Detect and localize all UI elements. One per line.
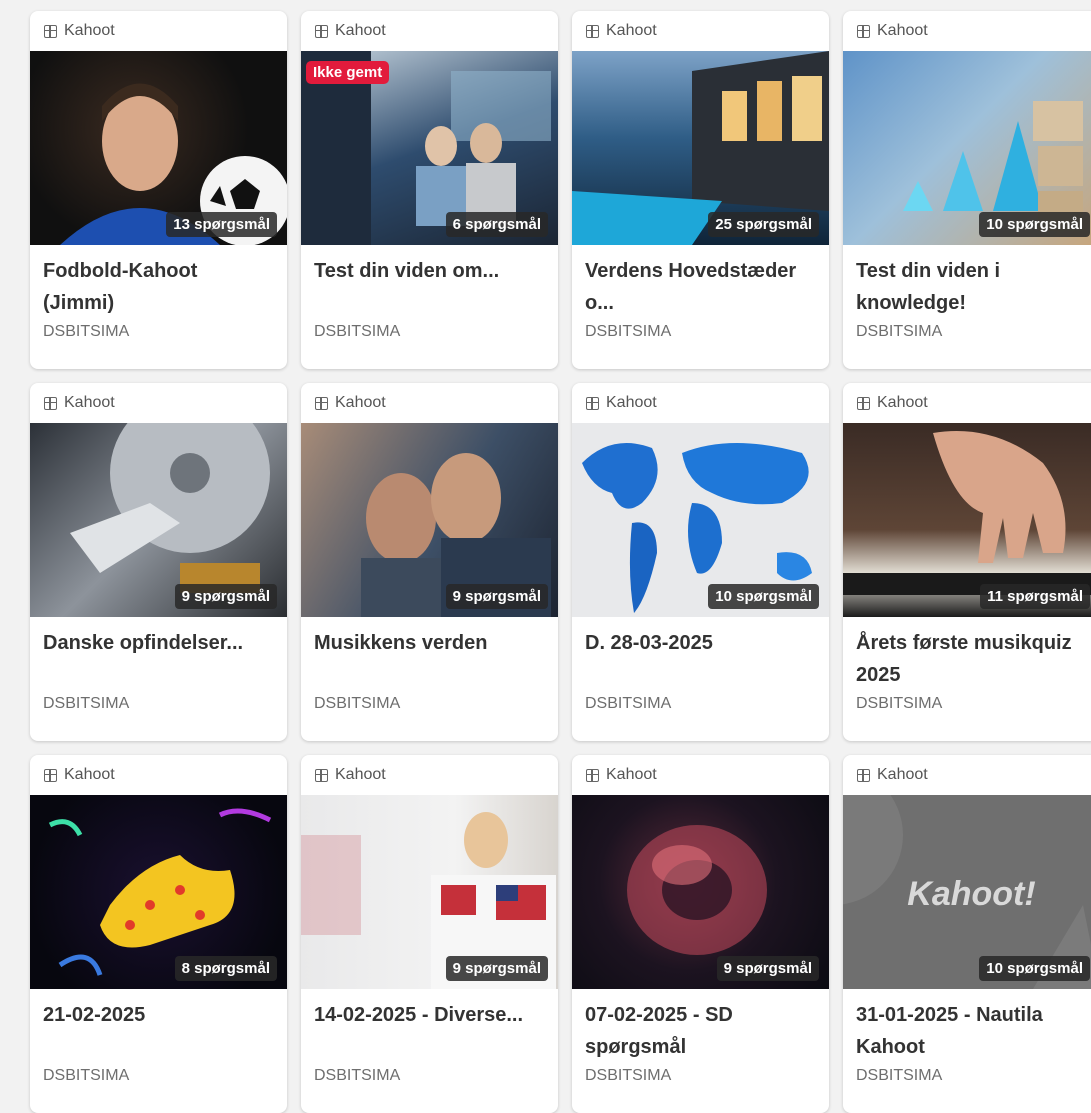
- card-author[interactable]: DSBITSIMA: [301, 695, 558, 713]
- card-thumbnail[interactable]: 10 spørgsmål: [572, 423, 829, 617]
- card-thumbnail[interactable]: Kahoot! 10 spørgsmål: [843, 795, 1091, 989]
- card-author[interactable]: DSBITSIMA: [572, 323, 829, 341]
- grid-icon: [586, 396, 599, 410]
- card-thumbnail[interactable]: 9 spørgsmål: [572, 795, 829, 989]
- card-thumbnail[interactable]: 9 spørgsmål: [301, 423, 558, 617]
- card-author[interactable]: DSBITSIMA: [30, 1067, 287, 1085]
- card-thumbnail[interactable]: 8 spørgsmål: [30, 795, 287, 989]
- card-author[interactable]: DSBITSIMA: [301, 1067, 558, 1085]
- kahoot-card[interactable]: Kahoot 8 spørgsmål 21-02-2025 DSBITSIMA: [30, 755, 287, 1113]
- card-thumbnail[interactable]: 25 spørgsmål: [572, 51, 829, 245]
- card-type-text: Kahoot: [877, 394, 928, 411]
- card-title[interactable]: Verdens Hovedstæder o...: [572, 245, 829, 319]
- question-count-badge: 10 spørgsmål: [979, 956, 1090, 981]
- grid-icon: [586, 24, 599, 38]
- question-count-badge: 25 spørgsmål: [708, 212, 819, 237]
- card-type-label: Kahoot: [301, 755, 558, 795]
- card-title[interactable]: D. 28-03-2025: [572, 617, 829, 691]
- kahoot-card[interactable]: Kahoot 11 spørgsmål Årets første musikqu…: [843, 383, 1091, 741]
- kahoot-card[interactable]: Kahoot 10 spørgsmål D. 28-03-2025 DSBITS…: [572, 383, 829, 741]
- card-title[interactable]: Musikkens verden: [301, 617, 558, 691]
- question-count-badge: 9 spørgsmål: [174, 584, 277, 609]
- question-count-badge: 13 spørgsmål: [166, 212, 277, 237]
- card-author[interactable]: DSBITSIMA: [843, 323, 1091, 341]
- grid-icon: [586, 768, 599, 782]
- kahoot-grid: Kahoot 13 spørgsmål Fodbold-Kahoot (Jimm…: [30, 11, 1091, 1113]
- card-title[interactable]: Fodbold-Kahoot (Jimmi): [30, 245, 287, 319]
- card-type-label: Kahoot: [30, 11, 287, 51]
- question-count-badge: 9 spørgsmål: [716, 956, 819, 981]
- card-title[interactable]: 07-02-2025 - SD spørgsmål: [572, 989, 829, 1063]
- card-type-label: Kahoot: [843, 755, 1091, 795]
- card-title[interactable]: 21-02-2025: [30, 989, 287, 1063]
- card-author[interactable]: DSBITSIMA: [572, 695, 829, 713]
- kahoot-card[interactable]: Kahoot 9 spørgsmål 07-02-2025 - SD spørg…: [572, 755, 829, 1113]
- card-author[interactable]: DSBITSIMA: [30, 695, 287, 713]
- question-count-badge: 10 spørgsmål: [979, 212, 1090, 237]
- card-title[interactable]: Test din viden om...: [301, 245, 558, 319]
- card-title[interactable]: Danske opfindelser...: [30, 617, 287, 691]
- card-type-text: Kahoot: [877, 22, 928, 39]
- card-thumbnail[interactable]: 9 spørgsmål: [30, 423, 287, 617]
- card-type-text: Kahoot: [606, 22, 657, 39]
- card-type-text: Kahoot: [606, 394, 657, 411]
- grid-icon: [857, 24, 870, 38]
- grid-icon: [44, 768, 57, 782]
- card-type-text: Kahoot: [606, 766, 657, 783]
- card-title[interactable]: 31-01-2025 - Nautila Kahoot: [843, 989, 1091, 1063]
- kahoot-card[interactable]: Kahoot 10 spørgsmål Test din viden i kno…: [843, 11, 1091, 369]
- question-count-badge: 9 spørgsmål: [445, 956, 548, 981]
- card-type-label: Kahoot: [30, 755, 287, 795]
- card-type-text: Kahoot: [64, 766, 115, 783]
- card-author[interactable]: DSBITSIMA: [301, 323, 558, 341]
- card-type-text: Kahoot: [335, 22, 386, 39]
- grid-icon: [44, 24, 57, 38]
- card-type-text: Kahoot: [335, 766, 386, 783]
- card-type-label: Kahoot: [572, 11, 829, 51]
- kahoot-card[interactable]: Kahoot 9 spørgsmål 14-02-2025 - Diverse.…: [301, 755, 558, 1113]
- card-type-text: Kahoot: [64, 394, 115, 411]
- card-type-label: Kahoot: [843, 383, 1091, 423]
- kahoot-card[interactable]: Kahoot 9 spørgsmål Danske opfindelser...…: [30, 383, 287, 741]
- grid-icon: [44, 396, 57, 410]
- card-author[interactable]: DSBITSIMA: [30, 323, 287, 341]
- card-type-label: Kahoot: [30, 383, 287, 423]
- card-type-label: Kahoot: [301, 11, 558, 51]
- card-type-label: Kahoot: [843, 11, 1091, 51]
- card-author[interactable]: DSBITSIMA: [843, 1067, 1091, 1085]
- kahoot-card[interactable]: Kahoot Ikke gemt 6 spørgsmål Test din vi…: [301, 11, 558, 369]
- card-thumbnail[interactable]: 13 spørgsmål: [30, 51, 287, 245]
- card-thumbnail[interactable]: Ikke gemt 6 spørgsmål: [301, 51, 558, 245]
- kahoot-card[interactable]: Kahoot 13 spørgsmål Fodbold-Kahoot (Jimm…: [30, 11, 287, 369]
- grid-icon: [857, 396, 870, 410]
- grid-icon: [857, 768, 870, 782]
- card-author[interactable]: DSBITSIMA: [843, 695, 1091, 713]
- kahoot-card[interactable]: Kahoot 9 spørgsmål Musikkens verden DSBI…: [301, 383, 558, 741]
- grid-icon: [315, 24, 328, 38]
- unsaved-badge: Ikke gemt: [306, 61, 390, 84]
- question-count-badge: 10 spørgsmål: [708, 584, 819, 609]
- card-title[interactable]: Test din viden i knowledge!: [843, 245, 1091, 319]
- card-title[interactable]: Årets første musikquiz 2025: [843, 617, 1091, 691]
- card-type-text: Kahoot: [877, 766, 928, 783]
- kahoot-card[interactable]: Kahoot Kahoot! 10 spørgsmål 31-01-2025 -…: [843, 755, 1091, 1113]
- card-type-text: Kahoot: [335, 394, 386, 411]
- question-count-badge: 6 spørgsmål: [445, 212, 548, 237]
- card-thumbnail[interactable]: 9 spørgsmål: [301, 795, 558, 989]
- thumbnail-logo: Kahoot!: [907, 875, 1036, 913]
- kahoot-card[interactable]: Kahoot 25 spørgsmål Verdens Hovedstæder …: [572, 11, 829, 369]
- card-type-label: Kahoot: [572, 383, 829, 423]
- card-type-label: Kahoot: [301, 383, 558, 423]
- card-type-text: Kahoot: [64, 22, 115, 39]
- card-title[interactable]: 14-02-2025 - Diverse...: [301, 989, 558, 1063]
- card-thumbnail[interactable]: 10 spørgsmål: [843, 51, 1091, 245]
- card-author[interactable]: DSBITSIMA: [572, 1067, 829, 1085]
- question-count-badge: 9 spørgsmål: [445, 584, 548, 609]
- card-thumbnail[interactable]: 11 spørgsmål: [843, 423, 1091, 617]
- card-type-label: Kahoot: [572, 755, 829, 795]
- grid-icon: [315, 396, 328, 410]
- grid-icon: [315, 768, 328, 782]
- question-count-badge: 8 spørgsmål: [174, 956, 277, 981]
- question-count-badge: 11 spørgsmål: [980, 584, 1090, 609]
